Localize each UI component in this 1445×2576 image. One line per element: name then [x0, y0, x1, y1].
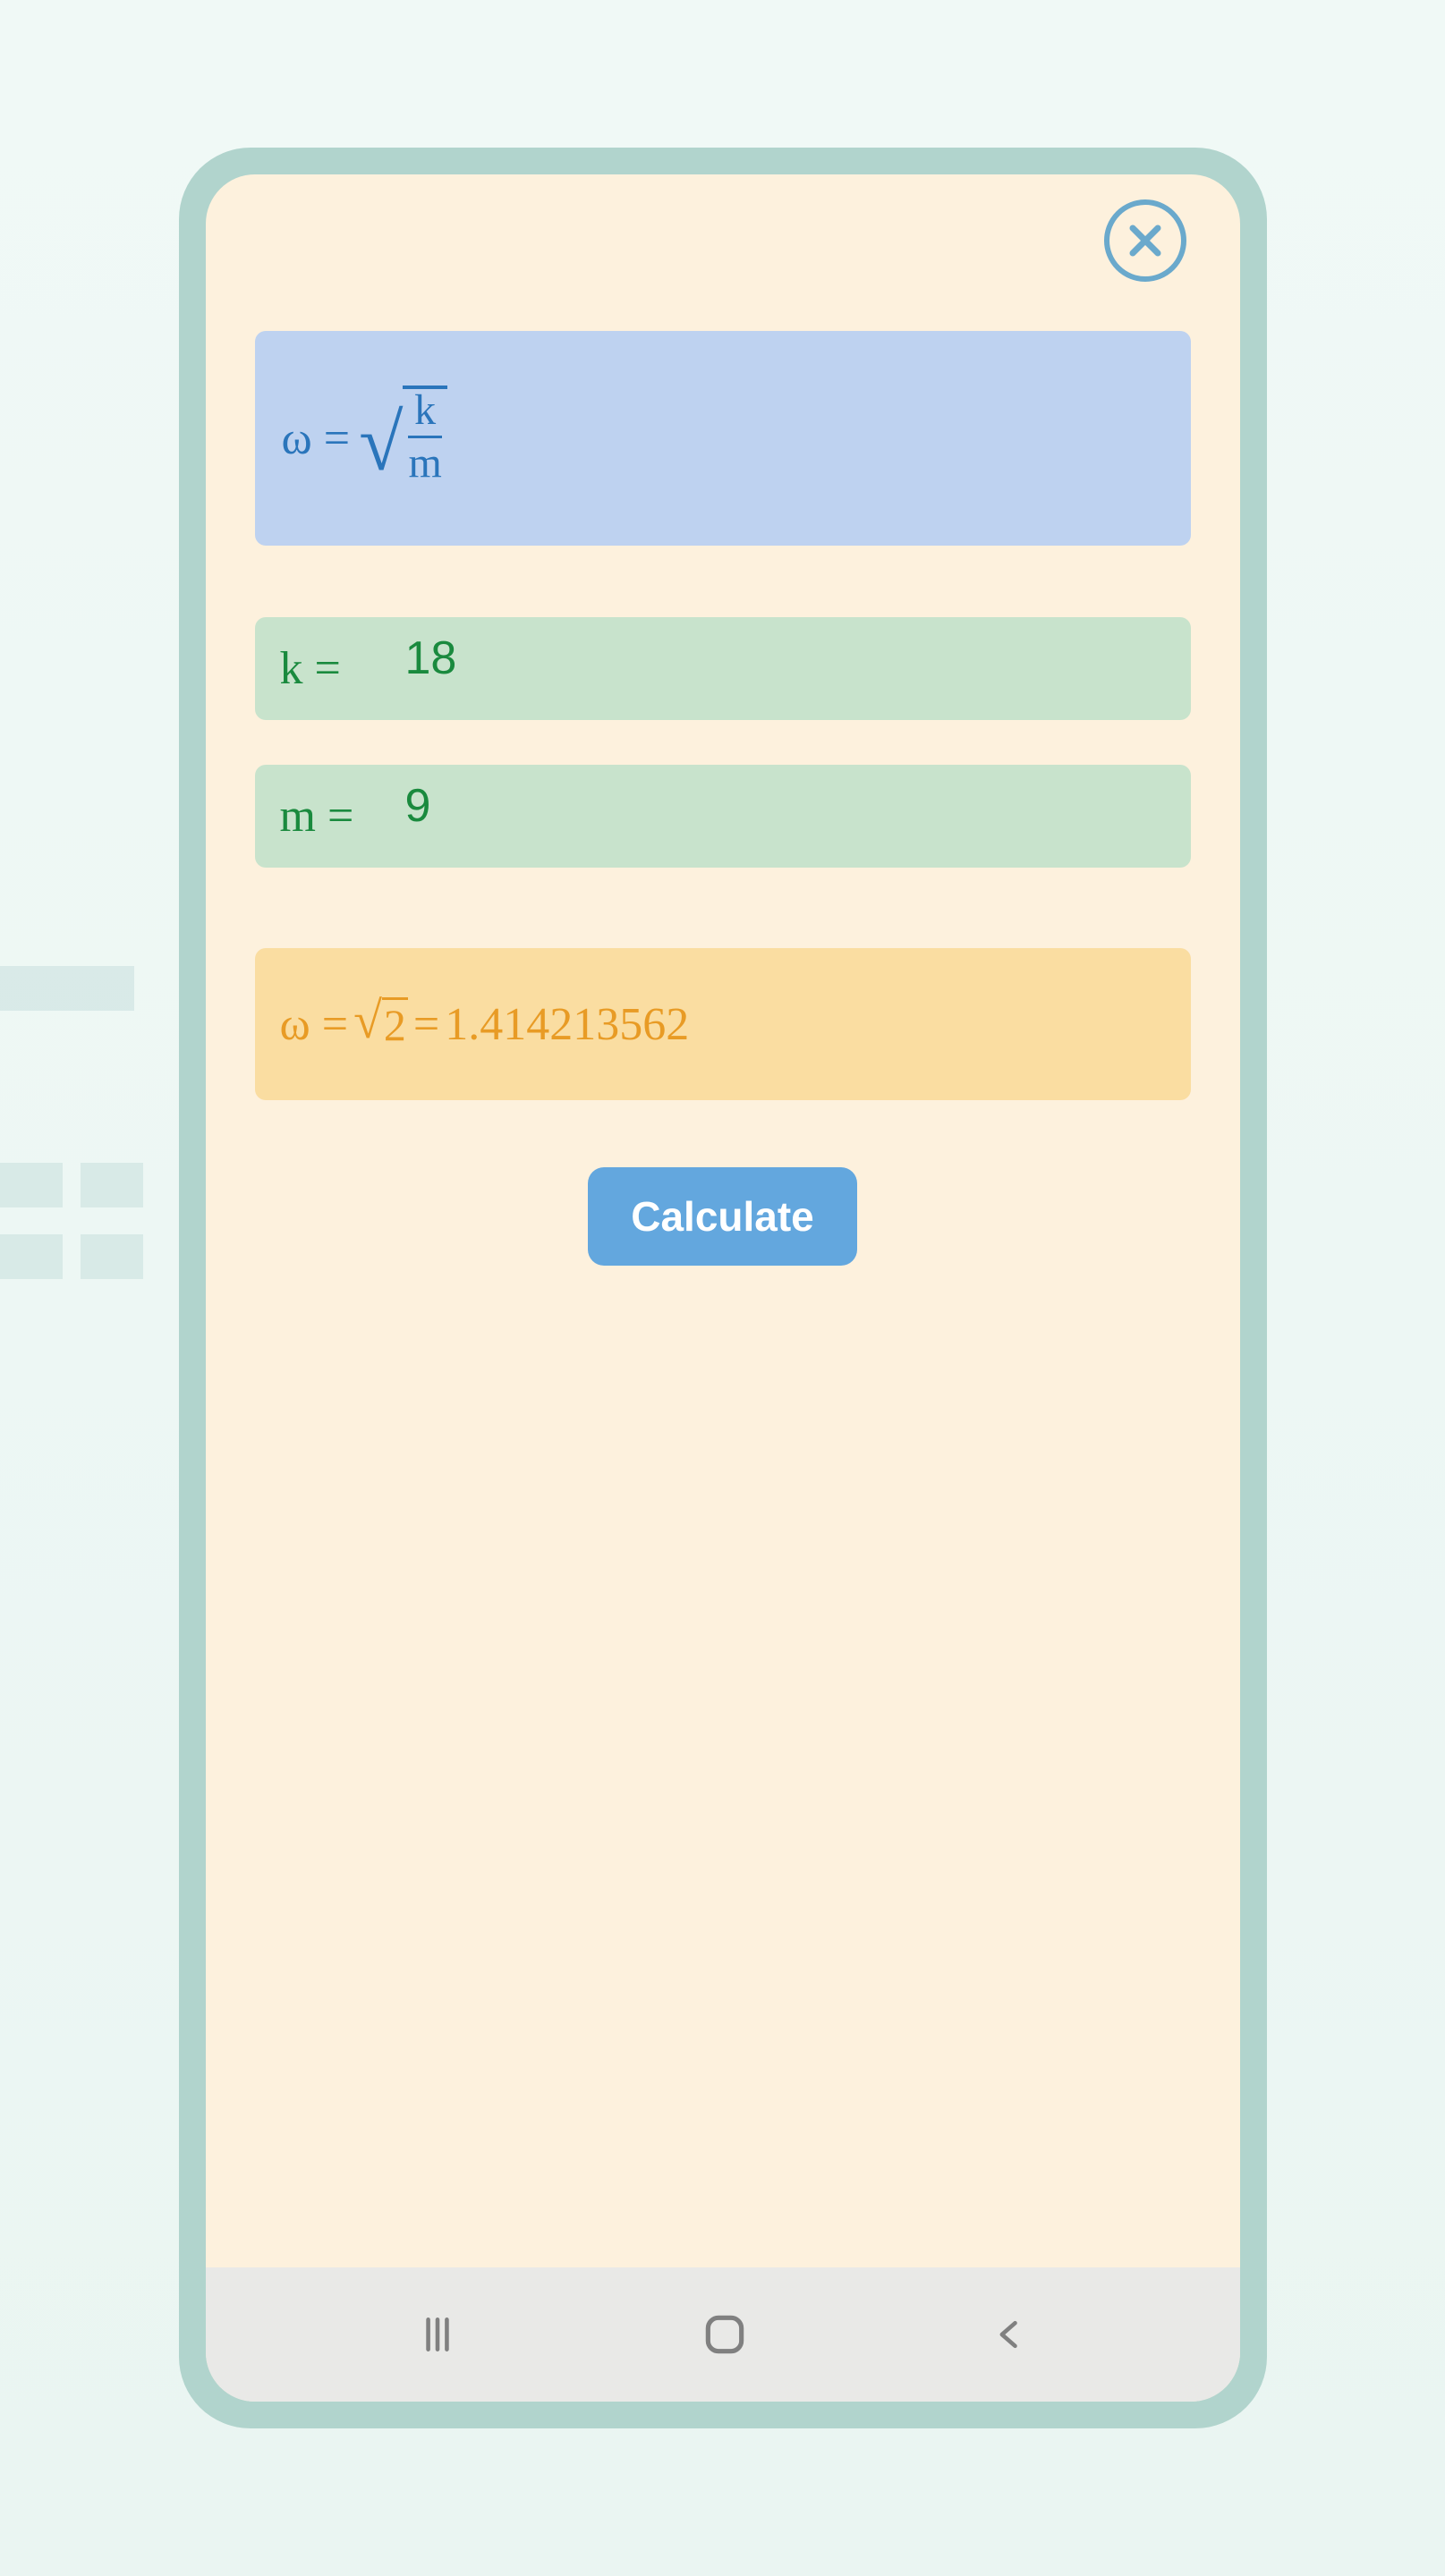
m-label: m = — [280, 790, 387, 843]
fraction-line — [408, 436, 441, 438]
home-button[interactable] — [700, 2309, 750, 2360]
formula-lhs: ω = — [282, 412, 351, 465]
phone-frame: ω = √ k m k = 18 m = — [179, 148, 1267, 2428]
input-m-row[interactable]: m = 9 — [255, 765, 1191, 868]
recents-icon — [415, 2312, 460, 2357]
m-value: 9 — [405, 779, 431, 833]
back-button[interactable] — [990, 2315, 1030, 2354]
result-eq: = — [413, 998, 439, 1051]
close-button[interactable] — [1104, 199, 1186, 282]
recents-button[interactable] — [415, 2312, 460, 2357]
background-decoration — [0, 894, 179, 1610]
fraction-denominator: m — [408, 442, 441, 485]
calculate-button[interactable]: Calculate — [588, 1167, 857, 1266]
home-icon — [700, 2309, 750, 2360]
k-label: k = — [280, 642, 387, 695]
input-k-row[interactable]: k = 18 — [255, 617, 1191, 720]
sqrt-symbol: √ — [359, 419, 403, 468]
result-sqrt: √ 2 — [353, 997, 408, 1052]
result-display: ω = √ 2 = 1.414213562 — [255, 948, 1191, 1100]
result-decimal: 1.414213562 — [445, 998, 689, 1051]
sqrt-symbol: √ — [353, 997, 382, 1044]
formula-display: ω = √ k m — [255, 331, 1191, 546]
formula-equation: ω = √ k m — [282, 389, 447, 488]
back-icon — [990, 2315, 1030, 2354]
fraction-numerator: k — [414, 389, 436, 432]
android-nav-bar — [206, 2267, 1240, 2402]
k-value: 18 — [405, 631, 457, 685]
sqrt-expression: √ k m — [359, 389, 447, 488]
result-sqrt-value: 2 — [382, 997, 408, 1052]
content-area: ω = √ k m k = 18 m = — [206, 174, 1240, 2267]
fraction: k m — [403, 386, 446, 485]
phone-screen: ω = √ k m k = 18 m = — [206, 174, 1240, 2402]
result-lhs: ω = — [280, 998, 349, 1051]
close-icon — [1124, 219, 1167, 262]
